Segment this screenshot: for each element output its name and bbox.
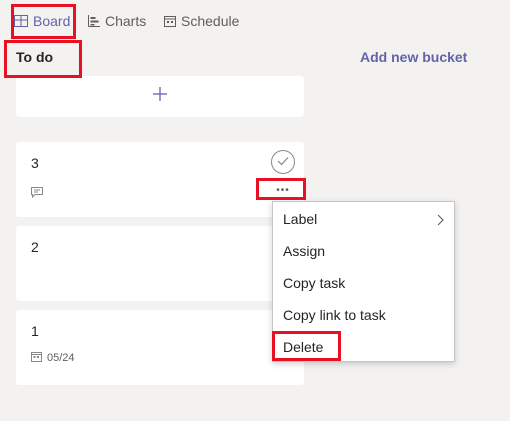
plus-icon xyxy=(153,87,167,106)
task-card[interactable]: 2 xyxy=(16,226,304,301)
task-title: 3 xyxy=(31,155,39,171)
menu-item-label-text: Label xyxy=(283,211,318,227)
task-title: 1 xyxy=(31,323,39,339)
menu-item-copy-task-text: Copy task xyxy=(283,275,346,291)
complete-task-button[interactable] xyxy=(271,150,295,174)
tab-charts[interactable]: Charts xyxy=(88,10,146,32)
calendar-icon xyxy=(31,351,42,365)
menu-item-delete[interactable]: Delete xyxy=(273,332,454,362)
tab-schedule[interactable]: Schedule xyxy=(164,10,239,32)
tab-charts-label: Charts xyxy=(105,13,147,29)
view-tabs: Board Charts Schedule xyxy=(0,0,510,42)
add-task-button[interactable] xyxy=(16,76,304,117)
tab-schedule-label: Schedule xyxy=(181,13,240,29)
menu-item-assign-text: Assign xyxy=(283,243,326,259)
task-title: 2 xyxy=(31,239,39,255)
menu-item-copy-link[interactable]: Copy link to task xyxy=(273,300,454,330)
menu-item-label[interactable]: Label xyxy=(273,204,454,234)
task-context-menu: Label Assign Copy task Copy link to task… xyxy=(272,201,455,362)
task-card[interactable]: 3 ••• xyxy=(16,142,304,217)
more-options-button[interactable]: ••• xyxy=(271,182,295,198)
bucket-title[interactable]: To do xyxy=(16,49,53,65)
menu-item-assign[interactable]: Assign xyxy=(273,236,454,266)
due-date: 05/24 xyxy=(31,351,75,365)
tab-board[interactable]: Board xyxy=(14,10,70,32)
charts-icon xyxy=(88,15,100,27)
check-icon xyxy=(277,153,289,171)
menu-item-copy-link-text: Copy link to task xyxy=(283,307,386,323)
tab-board-label: Board xyxy=(33,13,71,29)
board-icon xyxy=(14,15,28,27)
due-date-text: 05/24 xyxy=(47,352,75,364)
schedule-icon xyxy=(164,15,176,27)
menu-item-delete-text: Delete xyxy=(283,339,324,355)
task-card[interactable]: 1 05/24 xyxy=(16,310,304,385)
comment-icon xyxy=(31,185,43,203)
menu-item-copy-task[interactable]: Copy task xyxy=(273,268,454,298)
chevron-right-icon xyxy=(437,213,444,229)
add-new-bucket-link[interactable]: Add new bucket xyxy=(360,49,467,65)
more-icon: ••• xyxy=(276,184,290,196)
